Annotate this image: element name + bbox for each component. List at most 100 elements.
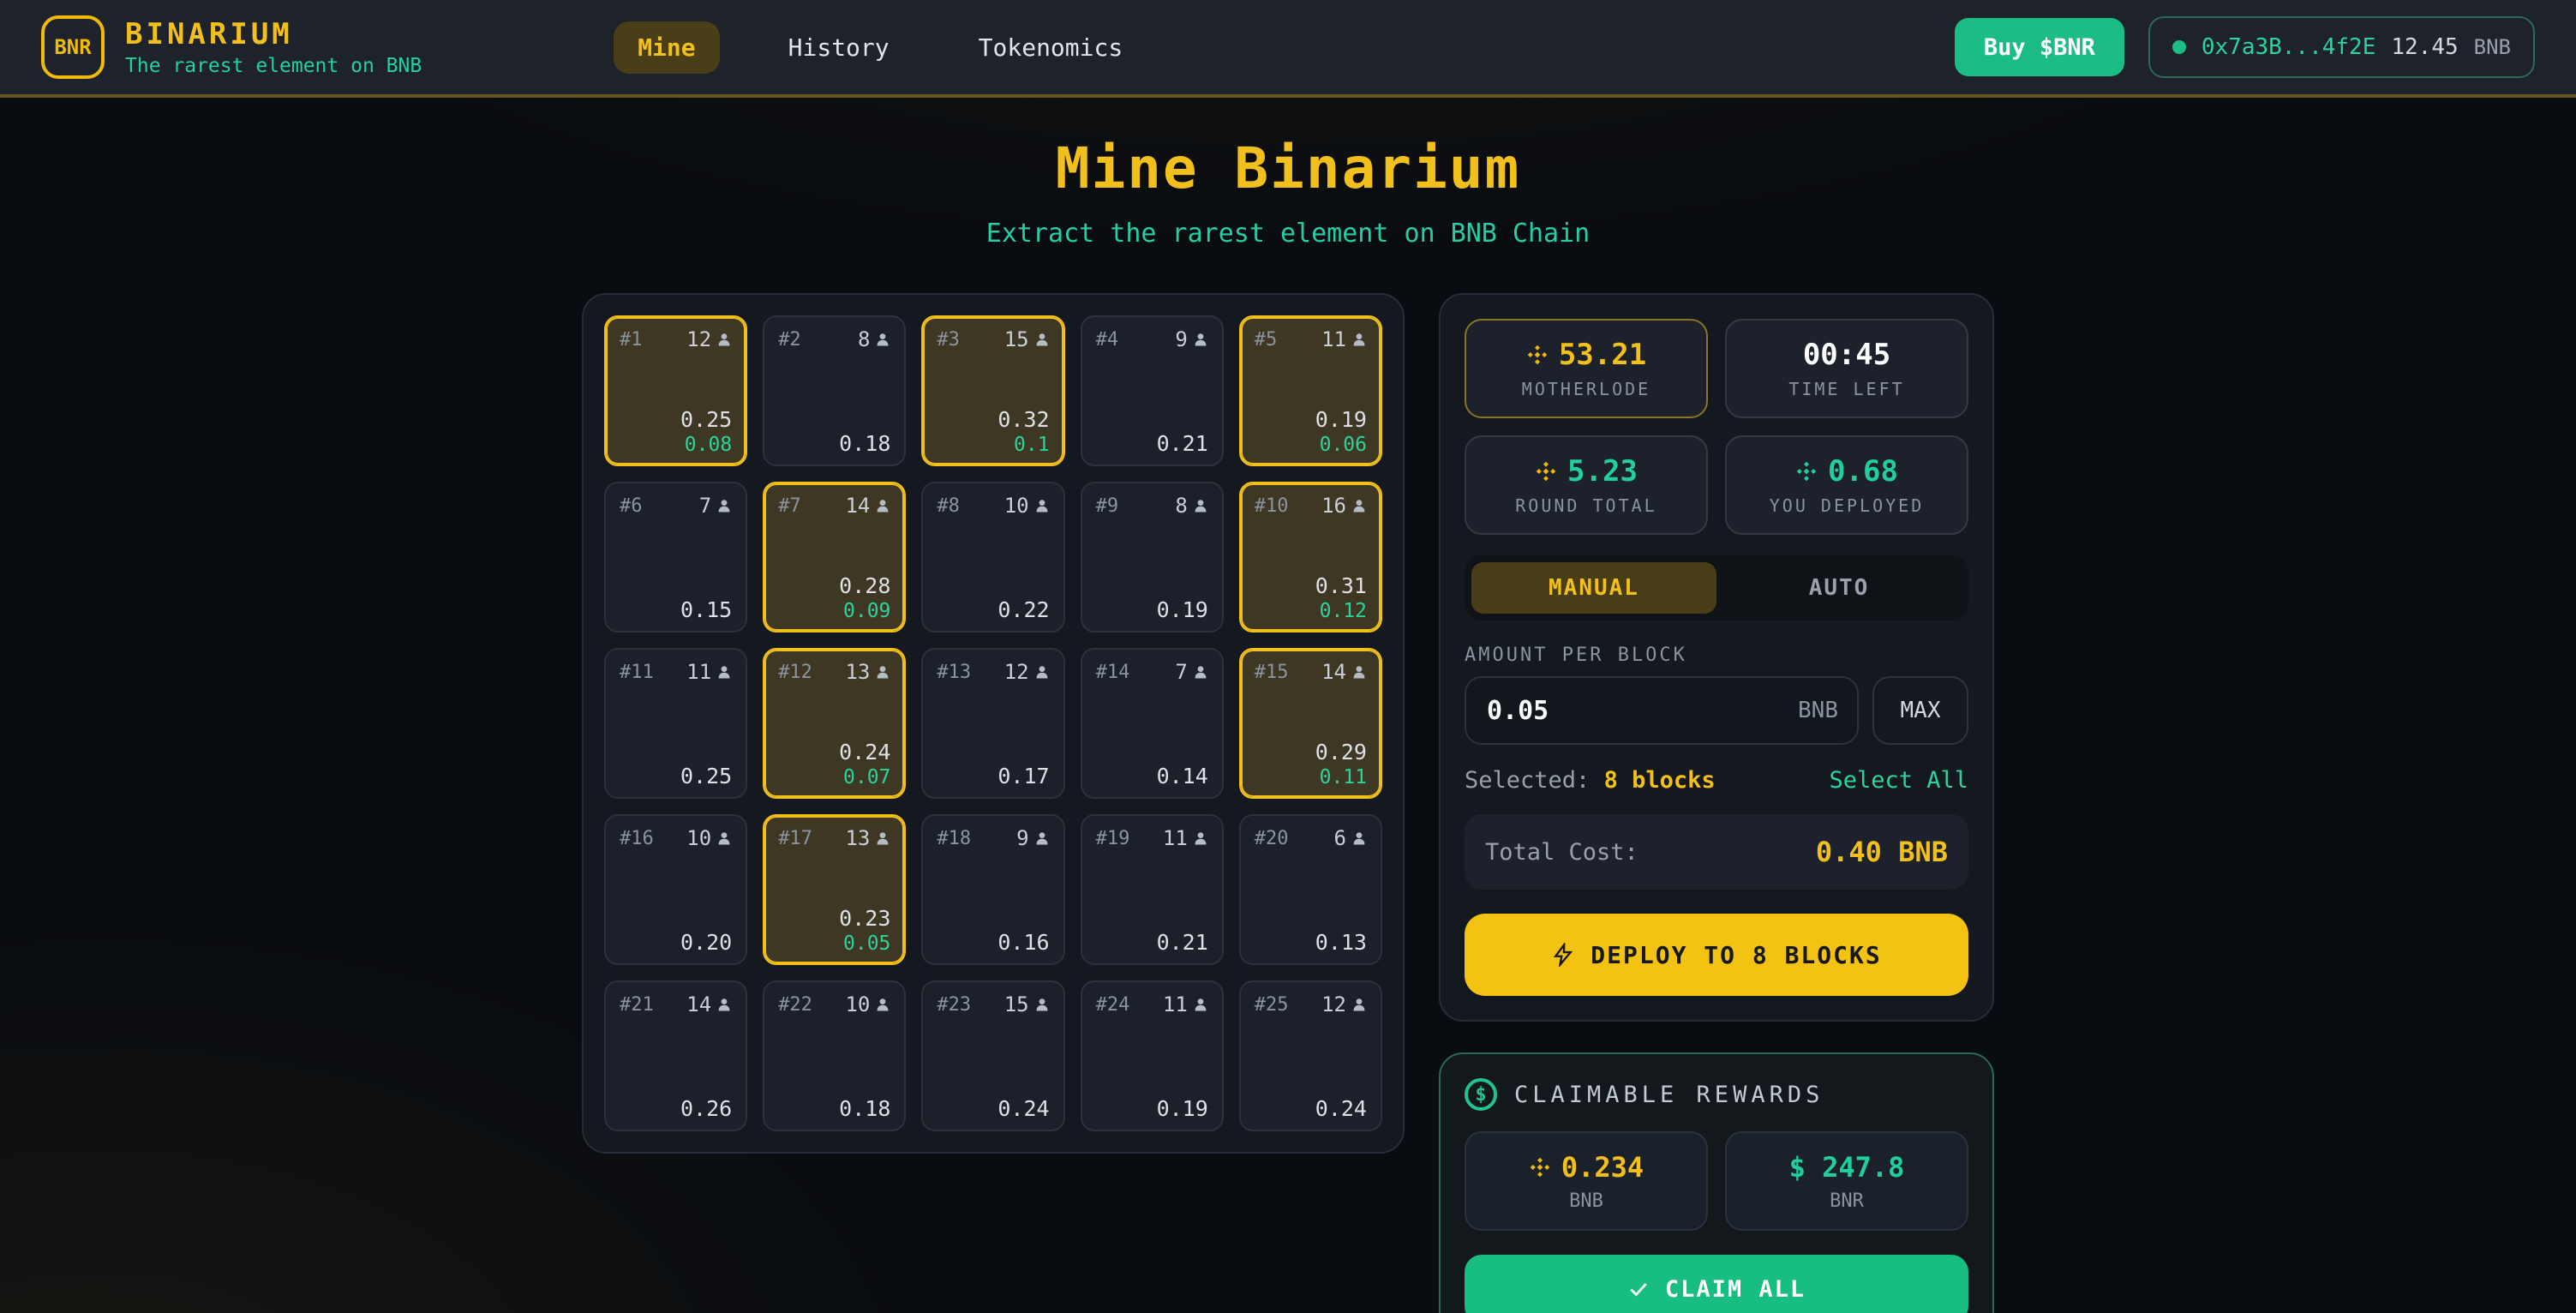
bnb-icon — [1529, 1156, 1551, 1178]
block-your-deposit: 0.09 — [839, 600, 890, 622]
main-nav: Mine History Tokenomics — [614, 21, 1143, 74]
block-miner-count: 13 — [845, 660, 890, 684]
block-total-deposit: 0.18 — [839, 431, 890, 456]
nav-item-mine[interactable]: Mine — [614, 21, 719, 74]
miner-icon — [875, 332, 890, 347]
miner-icon — [1034, 830, 1050, 846]
max-button[interactable]: MAX — [1872, 676, 1968, 745]
grid-block[interactable]: #8 10 0.22 — [921, 482, 1064, 633]
block-total-deposit: 0.19 — [1157, 597, 1208, 622]
block-total-deposit: 0.24 — [839, 740, 890, 764]
block-miner-count: 7 — [699, 494, 732, 518]
claim-all-button[interactable]: CLAIM ALL — [1465, 1255, 1968, 1313]
deploy-button[interactable]: DEPLOY TO 8 BLOCKS — [1465, 914, 1968, 996]
grid-block[interactable]: #12 13 0.24 0.07 — [763, 648, 906, 799]
grid-block[interactable]: #23 15 0.24 — [921, 980, 1064, 1131]
block-id: #1 — [620, 329, 643, 351]
miner-icon — [716, 332, 732, 347]
grid-block[interactable]: #24 11 0.19 — [1081, 980, 1224, 1131]
grid-block[interactable]: #18 9 0.16 — [921, 814, 1064, 965]
miner-icon — [875, 997, 890, 1012]
buy-bnr-button[interactable]: Buy $BNR — [1955, 18, 2124, 76]
grid-block[interactable]: #5 11 0.19 0.06 — [1239, 315, 1382, 466]
round-stats: 53.21 MOTHERLODE 00:45 TIME LEFT 5.23 — [1465, 319, 1968, 535]
rewards-title: CLAIMABLE REWARDS — [1514, 1082, 1824, 1108]
grid-block[interactable]: #11 11 0.25 — [604, 648, 747, 799]
stat-you-deployed: 0.68 YOU DEPLOYED — [1725, 435, 1968, 535]
miner-icon — [1034, 997, 1050, 1012]
grid-block[interactable]: #21 14 0.26 — [604, 980, 747, 1131]
reward-bnb: 0.234 BNB — [1465, 1131, 1708, 1231]
grid-block[interactable]: #2 8 0.18 — [763, 315, 906, 466]
block-id: #21 — [620, 994, 654, 1016]
claimable-rewards-panel: $ CLAIMABLE REWARDS 0.234 BNB $ 247.8 BN… — [1439, 1052, 1994, 1313]
miner-icon — [1351, 997, 1367, 1012]
grid-block[interactable]: #20 6 0.13 — [1239, 814, 1382, 965]
select-all-link[interactable]: Select All — [1829, 767, 1968, 794]
check-icon — [1627, 1278, 1650, 1300]
block-miner-count: 8 — [1175, 494, 1207, 518]
amount-unit: BNB — [1798, 698, 1838, 723]
block-id: #4 — [1096, 329, 1119, 351]
block-your-deposit: 0.12 — [1315, 600, 1367, 622]
deploy-panel: 53.21 MOTHERLODE 00:45 TIME LEFT 5.23 — [1439, 293, 1994, 1022]
block-id: #22 — [778, 994, 812, 1016]
brand: BNR BINARIUM The rarest element on BNB — [41, 15, 422, 79]
block-miner-count: 14 — [845, 494, 890, 518]
selected-label: Selected: — [1465, 767, 1590, 794]
block-id: #13 — [937, 662, 971, 683]
block-your-deposit: 0.06 — [1315, 434, 1367, 456]
block-your-deposit: 0.05 — [839, 932, 890, 955]
grid-block[interactable]: #6 7 0.15 — [604, 482, 747, 633]
grid-block[interactable]: #1 12 0.25 0.08 — [604, 315, 747, 466]
miner-icon — [1034, 332, 1050, 347]
block-id: #20 — [1255, 828, 1289, 849]
grid-block[interactable]: #22 10 0.18 — [763, 980, 906, 1131]
block-total-deposit: 0.21 — [1157, 431, 1208, 456]
grid-block[interactable]: #25 12 0.24 — [1239, 980, 1382, 1131]
grid-block[interactable]: #9 8 0.19 — [1081, 482, 1224, 633]
block-id: #24 — [1096, 994, 1130, 1016]
block-miner-count: 12 — [1004, 660, 1050, 684]
miner-icon — [875, 498, 890, 513]
grid-block[interactable]: #7 14 0.28 0.09 — [763, 482, 906, 633]
block-total-deposit: 0.32 — [997, 407, 1049, 432]
miner-icon — [1193, 332, 1208, 347]
block-miner-count: 7 — [1175, 660, 1207, 684]
block-total-deposit: 0.17 — [997, 764, 1049, 788]
miner-icon — [1034, 498, 1050, 513]
grid-block[interactable]: #16 10 0.20 — [604, 814, 747, 965]
lightning-icon — [1551, 943, 1575, 967]
nav-item-tokenomics[interactable]: Tokenomics — [958, 21, 1144, 74]
block-total-deposit: 0.24 — [1315, 1096, 1367, 1121]
block-miner-count: 10 — [686, 826, 732, 850]
grid-block[interactable]: #4 9 0.21 — [1081, 315, 1224, 466]
grid-block[interactable]: #3 15 0.32 0.1 — [921, 315, 1064, 466]
block-total-deposit: 0.16 — [997, 930, 1049, 955]
miner-icon — [875, 664, 890, 680]
grid-block[interactable]: #15 14 0.29 0.11 — [1239, 648, 1382, 799]
grid-block[interactable]: #10 16 0.31 0.12 — [1239, 482, 1382, 633]
wallet-balance-unit: BNB — [2474, 35, 2511, 59]
bnb-icon — [1526, 344, 1549, 366]
block-id: #19 — [1096, 828, 1130, 849]
block-miner-count: 8 — [858, 327, 890, 351]
wallet-pill[interactable]: 0x7a3B...4f2E 12.45 BNB — [2148, 16, 2535, 78]
grid-block[interactable]: #13 12 0.17 — [921, 648, 1064, 799]
block-miner-count: 10 — [1004, 494, 1050, 518]
block-id: #3 — [937, 329, 960, 351]
grid-block[interactable]: #17 13 0.23 0.05 — [763, 814, 906, 965]
block-id: #14 — [1096, 662, 1130, 683]
miner-icon — [1351, 830, 1367, 846]
grid-block[interactable]: #19 11 0.21 — [1081, 814, 1224, 965]
block-total-deposit: 0.19 — [1157, 1096, 1208, 1121]
block-miner-count: 15 — [1004, 327, 1050, 351]
grid-block[interactable]: #14 7 0.14 — [1081, 648, 1224, 799]
tab-manual[interactable]: MANUAL — [1471, 562, 1716, 614]
nav-item-history[interactable]: History — [768, 21, 910, 74]
block-miner-count: 12 — [1321, 992, 1367, 1016]
tab-auto[interactable]: AUTO — [1716, 562, 1962, 614]
bnr-logo: BNR — [41, 15, 105, 79]
block-id: #9 — [1096, 495, 1119, 517]
block-total-deposit: 0.23 — [839, 906, 890, 931]
